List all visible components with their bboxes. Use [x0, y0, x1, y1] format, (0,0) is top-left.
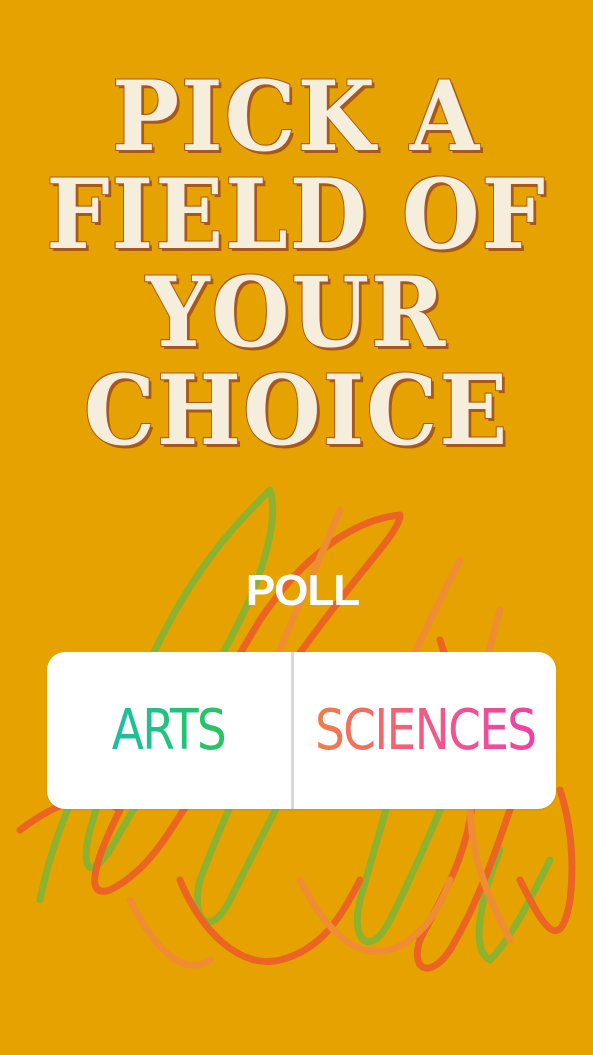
title-line-2: FIELD OF [45, 158, 547, 271]
story-title: PICK A FIELD OF YOUR CHOICE [0, 60, 593, 467]
poll-option-arts[interactable]: ARTS [47, 652, 291, 809]
poll-option-arts-label: ARTS [112, 698, 227, 763]
poll-option-sciences[interactable]: SCIENCES [294, 652, 556, 809]
story-canvas: PICK A FIELD OF YOUR CHOICE POLL ARTS SC… [0, 0, 593, 1055]
poll-sticker: ARTS SCIENCES [47, 652, 556, 809]
title-line-3: YOUR [145, 256, 448, 369]
title-line-4: CHOICE [83, 354, 510, 467]
poll-label: POLL [245, 566, 360, 615]
poll-option-sciences-label: SCIENCES [314, 698, 537, 763]
title-line-1: PICK A [111, 60, 482, 173]
